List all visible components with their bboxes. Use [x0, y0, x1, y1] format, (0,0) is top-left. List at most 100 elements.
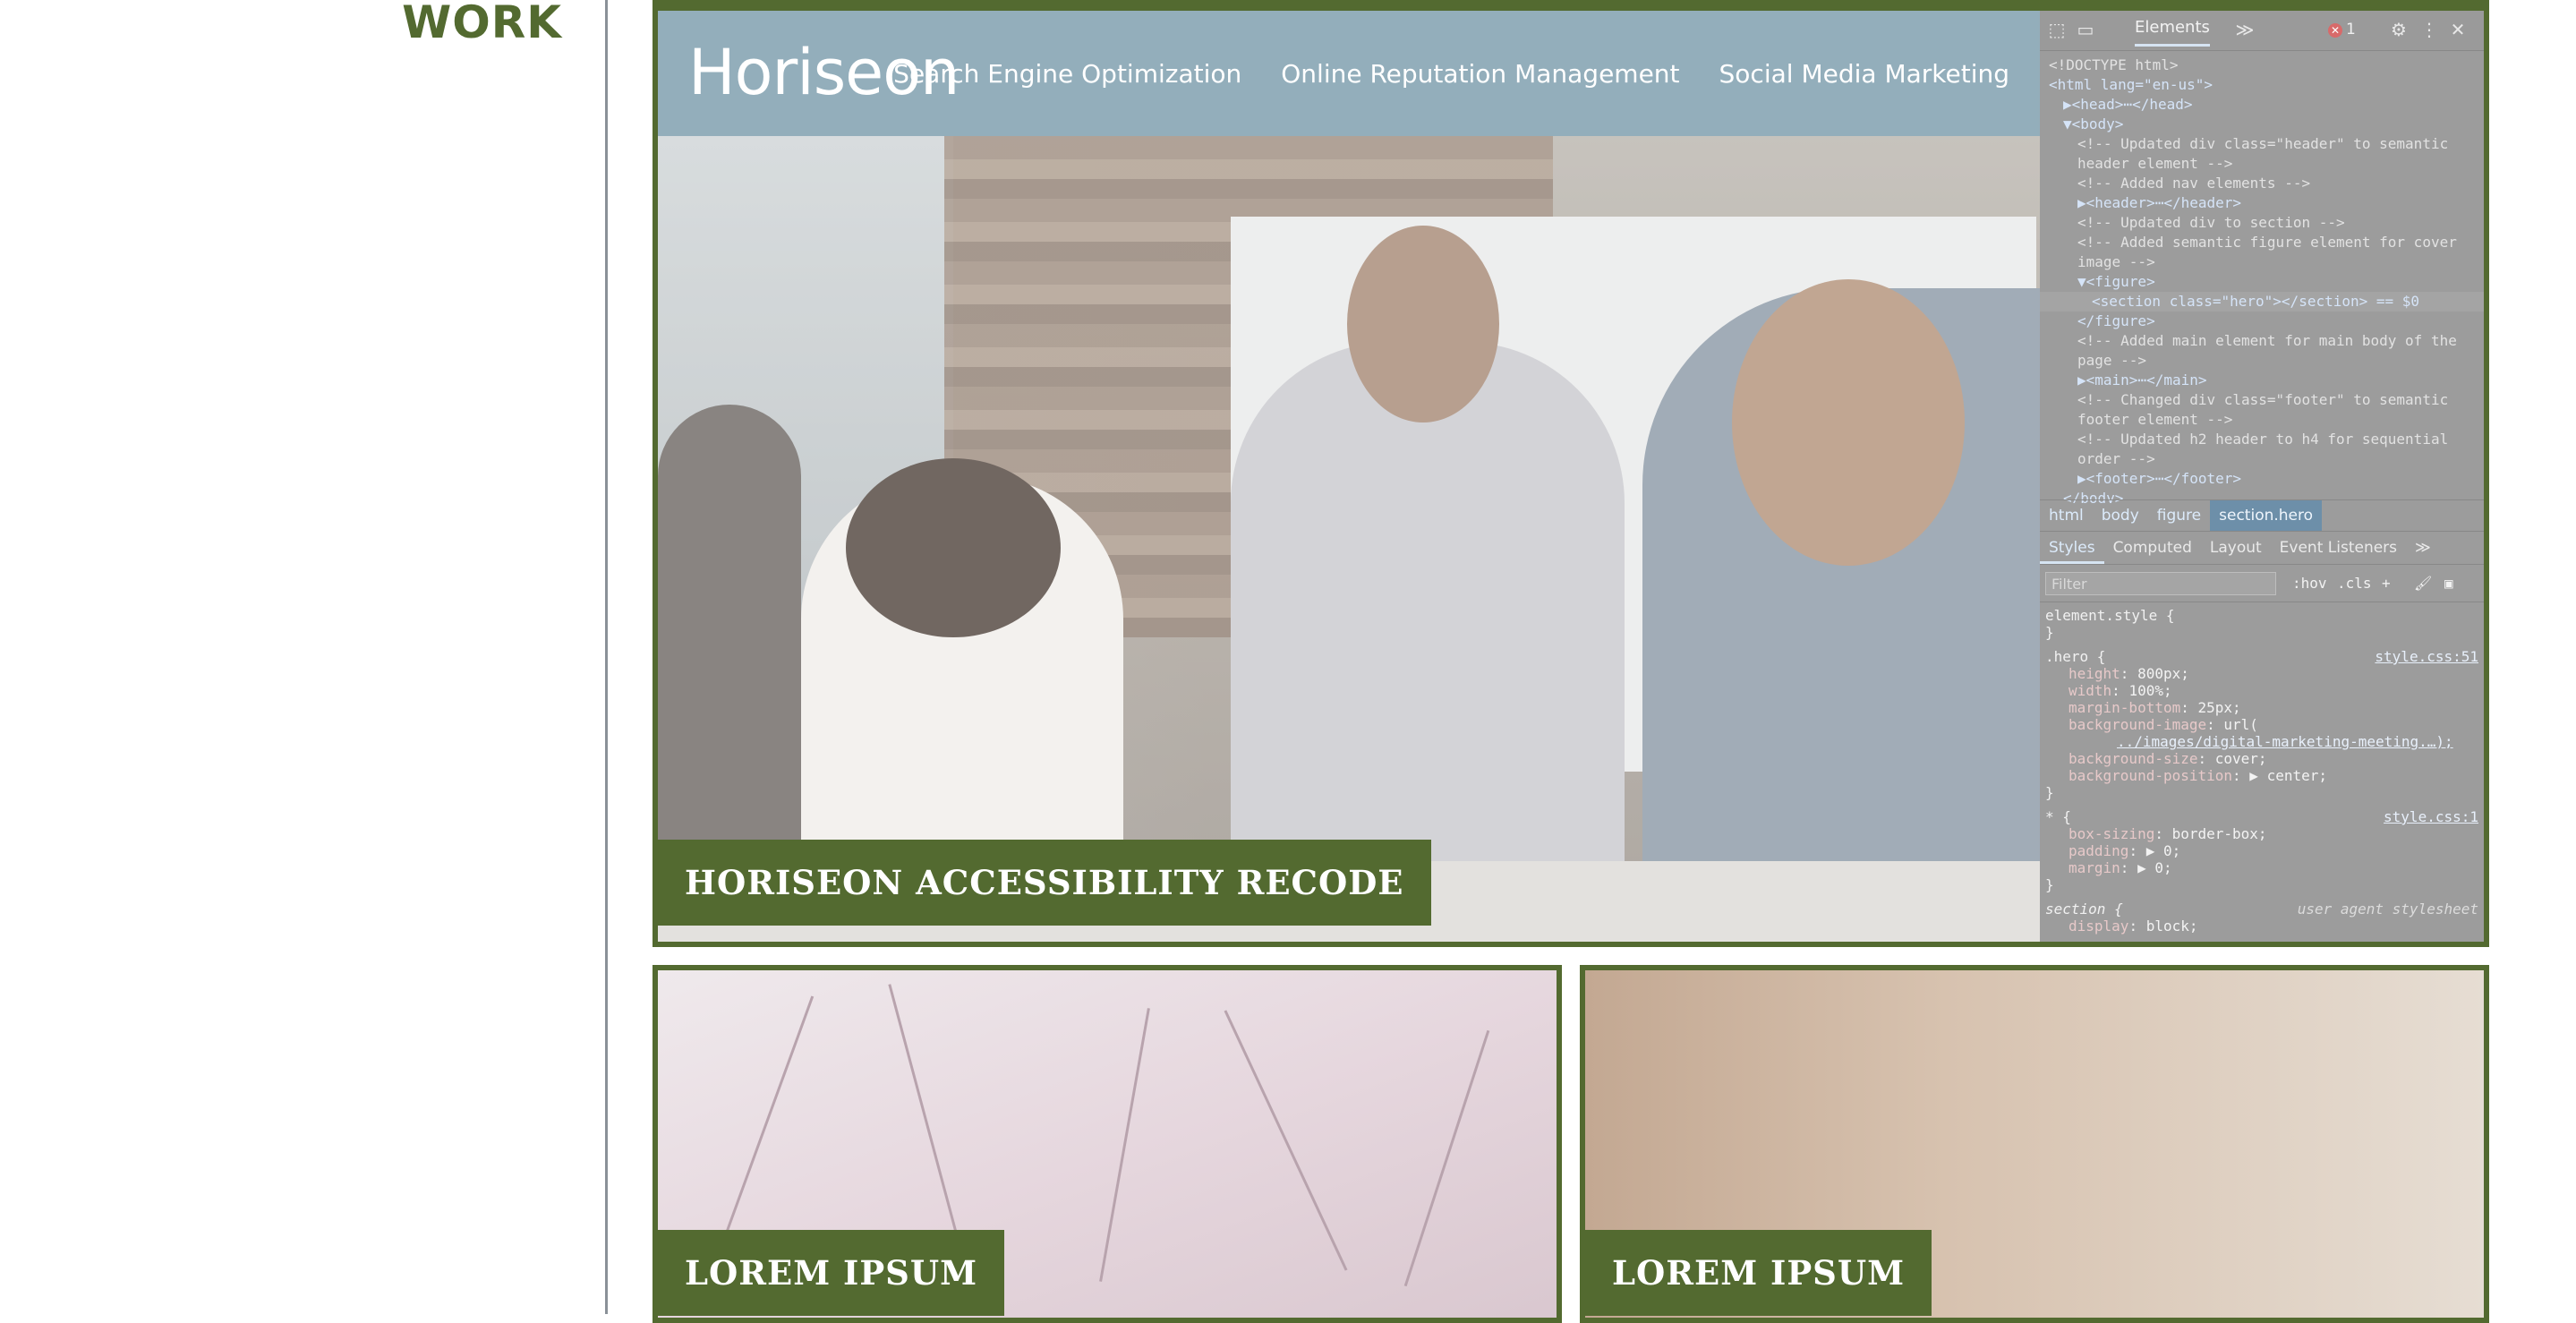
dom-node-line[interactable]: ▶<footer>⋯</footer>: [2040, 469, 2484, 489]
new-rule-button[interactable]: +: [2382, 575, 2391, 592]
dom-node-line[interactable]: </figure>: [2040, 312, 2484, 331]
dom-node-line[interactable]: <html lang="en-us">: [2040, 75, 2484, 95]
gear-icon[interactable]: ⚙: [2389, 20, 2409, 39]
css-property: background-size: [2068, 750, 2198, 767]
css-rule-hero[interactable]: style.css:51 .hero { height: 800px; width:…: [2045, 648, 2478, 801]
css-selector: .hero {: [2045, 648, 2106, 665]
branch-shape: [1403, 1029, 1490, 1287]
dom-node-line[interactable]: page -->: [2040, 351, 2484, 371]
devtools-toolbar: ⬚ ▭ Elements ≫ ✕ 1 ⚙ ⋮ ✕: [2040, 11, 2484, 51]
css-value: ../images/digital-marketing-meeting.…);: [2117, 733, 2453, 750]
css-rule-close: }: [2045, 784, 2054, 801]
css-rule-section-ua[interactable]: user agent stylesheet section { display: …: [2045, 900, 2478, 935]
dom-node-line[interactable]: <!DOCTYPE html>: [2040, 55, 2484, 75]
tab-elements[interactable]: Elements: [2135, 18, 2210, 47]
dom-node-line[interactable]: ▶<header>⋯</header>: [2040, 193, 2484, 213]
css-value: 800px;: [2137, 665, 2189, 682]
css-declaration[interactable]: height: 800px;: [2045, 665, 2478, 682]
hover-state-button[interactable]: :hov: [2292, 575, 2327, 592]
dom-node-line[interactable]: <section class="hero"></section> == $0: [2040, 292, 2484, 312]
dom-node-line[interactable]: <!-- Updated div to section -->: [2040, 213, 2484, 233]
nav-link-reputation[interactable]: Online Reputation Management: [1281, 59, 1679, 89]
card-title: LOREM IPSUM: [685, 1253, 978, 1293]
dom-node-line[interactable]: ▶<main>⋯</main>: [2040, 371, 2484, 390]
css-value: 25px;: [2197, 699, 2241, 716]
card-title-box: LOREM IPSUM: [658, 1230, 1005, 1316]
nav-link-seo[interactable]: Search Engine Optimization: [893, 59, 1241, 89]
tab-computed[interactable]: Computed: [2104, 532, 2201, 564]
tab-event-listeners[interactable]: Event Listeners: [2271, 532, 2406, 564]
css-declaration[interactable]: padding: ▶ 0;: [2045, 842, 2478, 859]
breadcrumb-figure[interactable]: figure: [2148, 500, 2210, 531]
dom-node-line[interactable]: order -->: [2040, 449, 2484, 469]
css-declaration[interactable]: box-sizing: border-box;: [2045, 825, 2478, 842]
css-declaration[interactable]: ../images/digital-marketing-meeting.…);: [2045, 733, 2478, 750]
device-toolbar-icon[interactable]: ▭: [2076, 20, 2095, 39]
dom-node-line[interactable]: <!-- Added main element for main body of…: [2040, 331, 2484, 351]
sidebar-toggle-icon[interactable]: ▣: [2444, 575, 2453, 592]
css-source-link[interactable]: style.css:1: [2384, 808, 2478, 825]
card-frame: LOREM IPSUM: [1580, 965, 2489, 1323]
dom-node-line[interactable]: <!-- Added nav elements -->: [2040, 174, 2484, 193]
dom-node-line[interactable]: ▶<head>⋯</head>: [2040, 95, 2484, 115]
tab-layout[interactable]: Layout: [2201, 532, 2271, 564]
dom-node-line[interactable]: ▼<body>: [2040, 115, 2484, 134]
css-rule-close: }: [2045, 876, 2054, 893]
css-selector: section {: [2045, 900, 2123, 918]
more-subtabs-icon[interactable]: ≫: [2406, 532, 2440, 564]
more-tabs-icon[interactable]: ≫: [2235, 20, 2255, 39]
css-selector: element.style {: [2045, 607, 2175, 624]
css-declaration[interactable]: display: block;: [2045, 918, 2478, 935]
kebab-menu-icon[interactable]: ⋮: [2419, 20, 2439, 39]
css-declaration[interactable]: margin-bottom: 25px;: [2045, 699, 2478, 716]
styles-subtabs: Styles Computed Layout Event Listeners ≫: [2040, 532, 2484, 565]
dom-node-line[interactable]: <!-- Added semantic figure element for c…: [2040, 233, 2484, 252]
close-icon[interactable]: ✕: [2448, 20, 2468, 39]
css-value: cover;: [2214, 750, 2267, 767]
work-heading: WORK: [402, 0, 562, 48]
css-value: block;: [2145, 918, 2198, 935]
breadcrumb-section-hero[interactable]: section.hero: [2210, 500, 2323, 531]
hero-frame: Horiseon Search Engine Optimization Onli…: [653, 0, 2489, 947]
breadcrumb-body[interactable]: body: [2093, 500, 2148, 531]
dom-node-line[interactable]: image -->: [2040, 252, 2484, 272]
breadcrumb: html body figure section.hero: [2040, 499, 2484, 532]
dom-node-line[interactable]: footer element -->: [2040, 410, 2484, 430]
dom-tree[interactable]: <!DOCTYPE html> <html lang="en-us"> ▶<head…: [2040, 50, 2484, 503]
dom-node-line[interactable]: <!-- Updated div class="header" to seman…: [2040, 134, 2484, 154]
css-rule-universal[interactable]: style.css:1 * { box-sizing: border-box; pa…: [2045, 808, 2478, 893]
css-declaration[interactable]: margin: ▶ 0;: [2045, 859, 2478, 876]
css-property: display: [2068, 918, 2129, 935]
nav-link-social[interactable]: Social Media Marketing: [1719, 59, 2009, 89]
css-property: padding: [2068, 842, 2129, 859]
css-property: width: [2068, 682, 2112, 699]
site-nav: Search Engine Optimization Online Reputa…: [893, 59, 2009, 89]
css-declaration[interactable]: background-image: url(: [2045, 716, 2478, 733]
site-header: Horiseon Search Engine Optimization Onli…: [658, 11, 2040, 136]
css-value: ▶ 0;: [2137, 859, 2172, 876]
styles-filter-row: :hov .cls + 🖌 ▣: [2040, 566, 2484, 602]
error-count: 1: [2346, 21, 2356, 38]
css-declaration[interactable]: width: 100%;: [2045, 682, 2478, 699]
css-declaration[interactable]: background-position: ▶ center;: [2045, 767, 2478, 784]
styles-filter-input[interactable]: [2045, 572, 2276, 595]
dom-node-line[interactable]: <!-- Updated h2 header to h4 for sequent…: [2040, 430, 2484, 449]
paint-brush-icon[interactable]: 🖌: [2414, 575, 2432, 592]
hero-overlay: [658, 136, 2040, 942]
breadcrumb-html[interactable]: html: [2040, 500, 2093, 531]
error-counter[interactable]: ✕ 1: [2328, 21, 2356, 38]
inspect-element-icon[interactable]: ⬚: [2047, 20, 2067, 39]
tab-styles[interactable]: Styles: [2040, 532, 2104, 564]
css-source-link[interactable]: style.css:51: [2375, 648, 2478, 665]
css-rule-element-style[interactable]: element.style { }: [2045, 607, 2478, 641]
class-toggle-button[interactable]: .cls: [2337, 575, 2372, 592]
css-value: ▶ 0;: [2145, 842, 2181, 859]
css-declaration[interactable]: background-size: cover;: [2045, 750, 2478, 767]
dom-node-line[interactable]: header element -->: [2040, 154, 2484, 174]
hero-image: [658, 136, 2040, 942]
styles-pane: element.style { } style.css:51 .hero { he…: [2040, 603, 2484, 942]
dom-node-line[interactable]: ▼<figure>: [2040, 272, 2484, 292]
dom-node-line[interactable]: <!-- Changed div class="footer" to seman…: [2040, 390, 2484, 410]
css-property: box-sizing: [2068, 825, 2155, 842]
css-property: background-image: [2068, 716, 2207, 733]
